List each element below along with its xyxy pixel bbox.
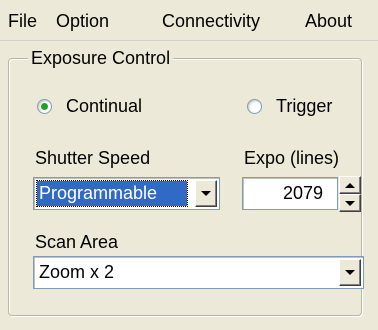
app-window: File Option Connectivity About Exposure … bbox=[0, 0, 378, 330]
continual-radio-button[interactable] bbox=[37, 98, 52, 114]
scan-area-select[interactable]: Zoom x 2 bbox=[33, 256, 364, 289]
menu-connectivity[interactable]: Connectivity bbox=[162, 9, 260, 33]
continual-radio[interactable]: Continual bbox=[37, 93, 142, 119]
trigger-radio-label: Trigger bbox=[276, 96, 333, 116]
expo-lines-input[interactable]: 2079 bbox=[242, 177, 338, 210]
chevron-down-icon bbox=[345, 270, 355, 275]
menu-about[interactable]: About bbox=[305, 9, 352, 33]
menu-option[interactable]: Option bbox=[56, 9, 109, 33]
expo-lines-value: 2079 bbox=[282, 183, 323, 203]
chevron-down-icon bbox=[201, 191, 211, 196]
menu-bar: File Option Connectivity About bbox=[0, 0, 378, 41]
expo-lines-spinner[interactable] bbox=[339, 176, 361, 212]
scan-area-dropdown-button[interactable] bbox=[339, 259, 361, 286]
shutter-speed-value: Programmable bbox=[36, 180, 188, 207]
trigger-radio[interactable]: Trigger bbox=[247, 93, 332, 119]
arrow-up-icon bbox=[345, 182, 355, 188]
trigger-radio-button[interactable] bbox=[247, 98, 262, 114]
exposure-control-title: Exposure Control bbox=[28, 46, 174, 70]
expo-increment-button[interactable] bbox=[339, 176, 361, 194]
arrow-down-icon bbox=[345, 200, 355, 206]
menu-file[interactable]: File bbox=[8, 9, 37, 33]
shutter-speed-select[interactable]: Programmable bbox=[33, 177, 220, 210]
scan-area-value: Zoom x 2 bbox=[39, 262, 115, 282]
shutter-speed-label: Shutter Speed bbox=[35, 148, 151, 168]
shutter-speed-dropdown-button[interactable] bbox=[195, 180, 217, 207]
continual-radio-label: Continual bbox=[66, 96, 143, 116]
scan-area-label: Scan Area bbox=[35, 232, 119, 252]
expo-decrement-button[interactable] bbox=[339, 194, 361, 212]
expo-lines-label: Expo (lines) bbox=[244, 148, 340, 168]
